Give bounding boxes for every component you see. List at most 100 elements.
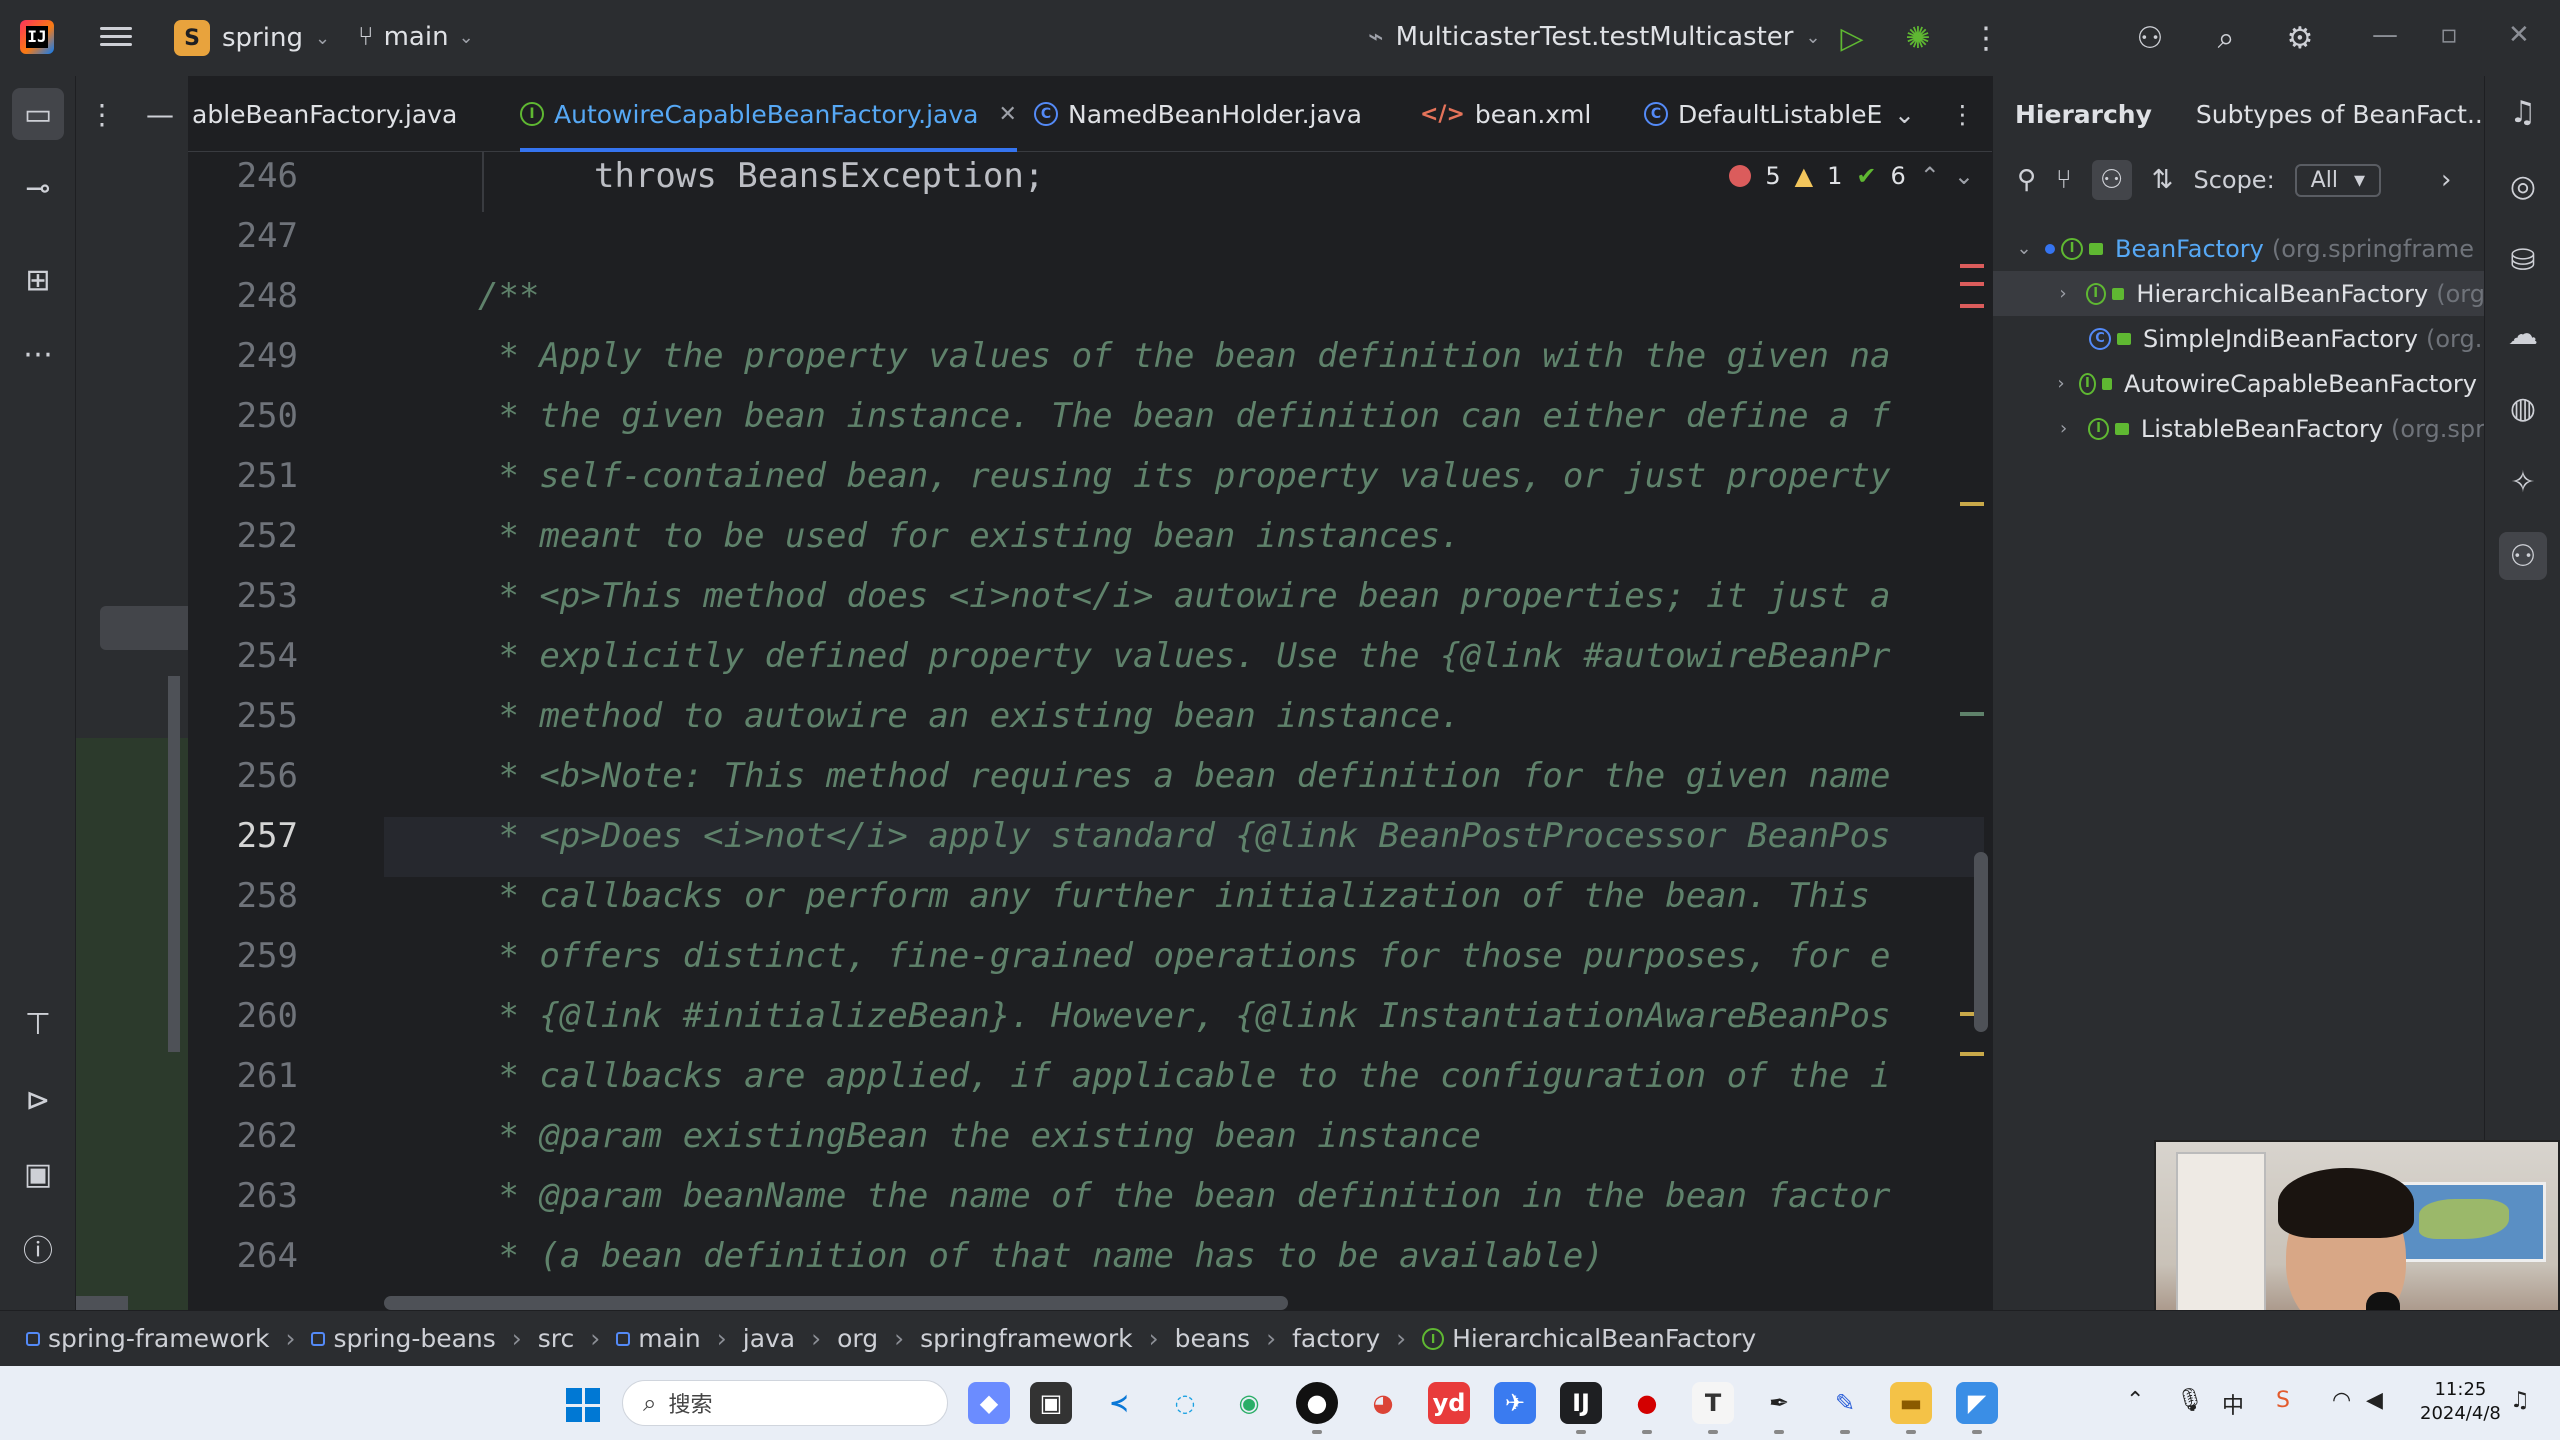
- intellij-logo-icon[interactable]: [20, 20, 54, 54]
- database-icon[interactable]: ⛁: [2499, 236, 2547, 284]
- line-number[interactable]: 251: [198, 456, 298, 496]
- project-pane-hscrollbar[interactable]: [76, 1296, 128, 1310]
- edge-app-icon[interactable]: ◌: [1164, 1382, 1206, 1424]
- commit-icon[interactable]: ⊸: [12, 162, 64, 214]
- code-line[interactable]: * @param beanName the name of the bean d…: [478, 1176, 1890, 1216]
- line-number[interactable]: 262: [198, 1116, 298, 1156]
- taskbar-search[interactable]: ⌕ 搜索: [622, 1380, 948, 1426]
- inspection-widget[interactable]: 5 ▲ 1 ✔ 6 ⌃ ⌄: [1729, 162, 1974, 190]
- inkscape-app-icon[interactable]: ✒: [1758, 1382, 1800, 1434]
- chevron-right-icon[interactable]: ›: [2053, 418, 2074, 439]
- endpoints-icon[interactable]: ☁: [2499, 310, 2547, 358]
- breadcrumb-item[interactable]: main: [616, 1324, 701, 1353]
- tab-subtypes[interactable]: Subtypes of BeanFact...: [2174, 76, 2513, 152]
- intellij-app-icon[interactable]: IJ: [1560, 1382, 1602, 1434]
- error-marker[interactable]: [1960, 264, 1984, 268]
- line-number[interactable]: 247: [198, 216, 298, 256]
- line-number[interactable]: 249: [198, 336, 298, 376]
- typora-app-icon[interactable]: T: [1692, 1382, 1734, 1434]
- code-line[interactable]: /**: [478, 276, 539, 316]
- tab-defaultlistablebeanfactory[interactable]: C DefaultListableE: [1644, 76, 1882, 152]
- project-switcher[interactable]: S spring ⌄: [174, 20, 330, 56]
- breadcrumb-item[interactable]: factory: [1292, 1324, 1380, 1353]
- tab-hierarchy[interactable]: Hierarchy: [1993, 76, 2174, 152]
- sort-alphabetically-icon[interactable]: ⇅: [2152, 165, 2174, 195]
- editor-vertical-scrollbar[interactable]: [1974, 852, 1988, 1032]
- run-configuration-selector[interactable]: ⌁ MulticasterTest.testMulticaster ⌄: [1368, 22, 1821, 52]
- more-actions-icon[interactable]: ⋮: [1966, 18, 2006, 58]
- tab-namedbeanholder[interactable]: C NamedBeanHolder.java: [1034, 76, 1362, 152]
- close-tab-icon[interactable]: ✕: [999, 102, 1017, 127]
- line-number[interactable]: 259: [198, 936, 298, 976]
- input-method-icon[interactable]: 中: [2222, 1388, 2244, 1420]
- line-number[interactable]: 255: [198, 696, 298, 736]
- code-line[interactable]: * <b>Note: This method requires a bean d…: [478, 756, 1890, 796]
- line-number[interactable]: 263: [198, 1176, 298, 1216]
- problems-icon[interactable]: ⓘ: [12, 1222, 64, 1274]
- project-pane-scrollbar[interactable]: [168, 676, 180, 1052]
- volume-icon[interactable]: ◀: [2366, 1388, 2383, 1413]
- notes-app-icon[interactable]: ✎: [1824, 1382, 1866, 1434]
- branch-switcher[interactable]: ⑂ main ⌄: [358, 22, 474, 52]
- scope-select[interactable]: All ▾: [2294, 163, 2381, 197]
- project-folder-icon[interactable]: ▭: [12, 88, 64, 140]
- breadcrumb-item[interactable]: beans: [1175, 1324, 1250, 1353]
- type-hierarchy-icon[interactable]: ⑂: [2056, 165, 2072, 195]
- tab-listablebeanfactory[interactable]: ableBeanFactory.java: [192, 76, 457, 152]
- code-line[interactable]: * callbacks are applied, if applicable t…: [478, 1056, 1890, 1096]
- system-clock[interactable]: 11:25 2024/4/8: [2420, 1378, 2501, 1426]
- services-run-icon[interactable]: ⊳: [12, 1074, 64, 1126]
- line-number[interactable]: 252: [198, 516, 298, 556]
- chevron-down-icon[interactable]: ⌄: [2013, 238, 2035, 259]
- more-tools-icon[interactable]: ⋯: [12, 328, 64, 380]
- notifications-bell-icon[interactable]: ♫: [2499, 88, 2547, 136]
- line-number[interactable]: 254: [198, 636, 298, 676]
- wifi-icon[interactable]: ◠: [2332, 1388, 2351, 1413]
- hide-icon[interactable]: —: [146, 98, 174, 131]
- breadcrumb-item[interactable]: spring-beans: [311, 1324, 496, 1353]
- restore-icon[interactable]: ▫: [2440, 20, 2458, 50]
- breadcrumb-item[interactable]: java: [743, 1324, 795, 1353]
- code-line[interactable]: * @param existingBean the existing bean …: [478, 1116, 1481, 1156]
- code-line[interactable]: throws BeansException;: [594, 156, 1044, 196]
- breadcrumb-item[interactable]: spring-framework: [26, 1324, 269, 1353]
- record-app-icon[interactable]: ●: [1626, 1382, 1668, 1434]
- line-number[interactable]: 264: [198, 1236, 298, 1276]
- line-number[interactable]: 258: [198, 876, 298, 916]
- line-number[interactable]: 248: [198, 276, 298, 316]
- code-line[interactable]: * self-contained bean, reusing its prope…: [478, 456, 1890, 496]
- hierarchy-node[interactable]: › I ListableBeanFactory (org.spr: [1993, 406, 2485, 451]
- ai-assistant-icon[interactable]: ◎: [2499, 162, 2547, 210]
- hierarchy-node[interactable]: › I AutowireCapableBeanFactory: [1993, 361, 2485, 406]
- error-marker[interactable]: [1960, 304, 1984, 308]
- editor-horizontal-scrollbar[interactable]: [384, 1296, 1288, 1310]
- line-number[interactable]: 253: [198, 576, 298, 616]
- code-line[interactable]: * offers distinct, fine-grained operatio…: [478, 936, 1890, 976]
- close-icon[interactable]: ✕: [2508, 20, 2530, 50]
- error-marker[interactable]: [1960, 282, 1984, 286]
- wechat-app-icon[interactable]: ◉: [1228, 1382, 1270, 1424]
- pin-app-icon[interactable]: ◤: [1956, 1382, 1998, 1434]
- structure-icon[interactable]: ⊞: [12, 254, 64, 306]
- options-icon[interactable]: ⋮: [88, 98, 116, 131]
- feishu-app-icon[interactable]: ✈: [1494, 1382, 1536, 1424]
- debug-icon[interactable]: ✺: [1898, 18, 1938, 58]
- warning-marker[interactable]: [1960, 712, 1984, 716]
- code-line[interactable]: * explicitly defined property values. Us…: [478, 636, 1890, 676]
- breadcrumb-item[interactable]: I HierarchicalBeanFactory: [1422, 1324, 1756, 1353]
- build-hammer-icon[interactable]: ⊤: [12, 998, 64, 1050]
- chrome-app-icon[interactable]: ◕: [1362, 1382, 1404, 1424]
- chevron-right-icon[interactable]: ›: [2053, 373, 2069, 394]
- line-number[interactable]: 250: [198, 396, 298, 436]
- line-number[interactable]: 257: [198, 816, 298, 856]
- add-user-icon[interactable]: ⚇: [2130, 18, 2170, 58]
- code-line[interactable]: * the given bean instance. The bean defi…: [478, 396, 1890, 436]
- code-line[interactable]: * callbacks or perform any further initi…: [478, 876, 1869, 916]
- expand-arrow-icon[interactable]: ›: [2441, 165, 2451, 195]
- hierarchy-node[interactable]: C SimpleJndiBeanFactory (org.: [1993, 316, 2485, 361]
- code-line[interactable]: * meant to be used for existing bean ins…: [478, 516, 1460, 556]
- file-explorer-app-icon[interactable]: ▬: [1890, 1382, 1932, 1434]
- code-editor[interactable]: 246 247 248 249 250 251 252 253 254 255 256 257 258 2…: [188, 152, 1992, 1310]
- warning-marker[interactable]: [1960, 1052, 1984, 1056]
- breadcrumb-item[interactable]: springframework: [920, 1324, 1132, 1353]
